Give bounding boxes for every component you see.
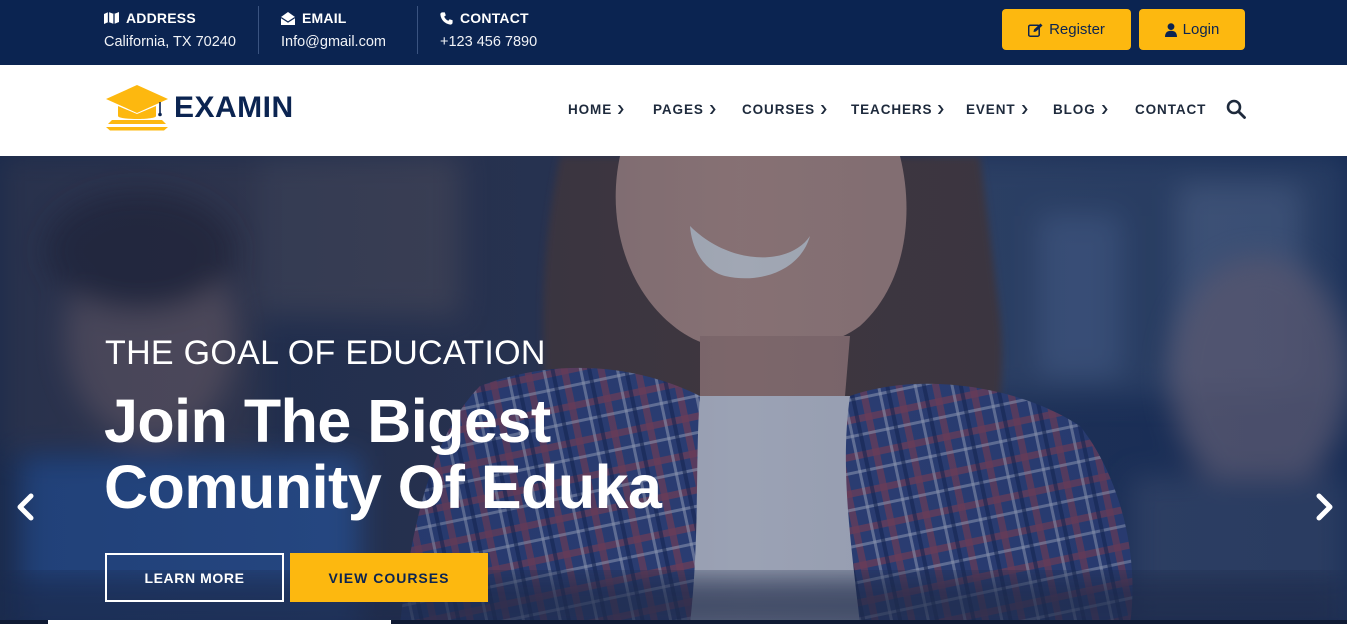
hero-headline-line2: Comunity Of Eduka bbox=[104, 453, 662, 521]
email-heading: EMAIL bbox=[281, 10, 386, 26]
search-icon[interactable] bbox=[1226, 99, 1246, 119]
chevron-down-icon: ❯ bbox=[1019, 103, 1030, 114]
view-courses-button[interactable]: VIEW COURSES bbox=[290, 553, 488, 602]
register-button[interactable]: Register bbox=[1002, 9, 1131, 50]
login-button[interactable]: Login bbox=[1139, 9, 1245, 50]
nav-home[interactable]: HOME ❯ bbox=[568, 99, 626, 119]
hero-headline-line1: Join The Bigest bbox=[104, 387, 551, 455]
chevron-down-icon: ❯ bbox=[936, 103, 947, 114]
nav-blog-label: BLOG bbox=[1053, 101, 1096, 117]
nav-courses[interactable]: COURSES ❯ bbox=[742, 99, 829, 119]
nav-event[interactable]: EVENT ❯ bbox=[966, 99, 1029, 119]
user-icon bbox=[1164, 22, 1177, 37]
nav-contact-label: CONTACT bbox=[1135, 101, 1207, 117]
phone-icon bbox=[440, 11, 453, 25]
phone-block: CONTACT +123 456 7890 bbox=[440, 0, 537, 65]
register-label: Register bbox=[1049, 21, 1105, 38]
address-value: California, TX 70240 bbox=[104, 34, 236, 50]
edit-icon bbox=[1028, 23, 1043, 37]
hero-slider: THE GOAL OF EDUCATION Join The Bigest Co… bbox=[0, 156, 1347, 624]
email-value[interactable]: Info@gmail.com bbox=[281, 34, 386, 50]
nav-pages[interactable]: PAGES ❯ bbox=[653, 99, 717, 119]
map-icon bbox=[104, 12, 119, 24]
address-block: ADDRESS California, TX 70240 bbox=[104, 0, 236, 65]
envelope-icon bbox=[281, 11, 295, 25]
chevron-right-icon[interactable] bbox=[1312, 493, 1336, 521]
phone-value[interactable]: +123 456 7890 bbox=[440, 34, 537, 50]
chevron-down-icon: ❯ bbox=[819, 103, 830, 114]
chevron-down-icon: ❯ bbox=[1099, 103, 1110, 114]
chevron-left-icon[interactable] bbox=[14, 493, 38, 521]
site-logo[interactable]: EXAMIN bbox=[104, 83, 294, 133]
divider bbox=[417, 6, 418, 54]
nav-home-label: HOME bbox=[568, 101, 613, 117]
address-heading: ADDRESS bbox=[104, 10, 236, 26]
logo-text: EXAMIN bbox=[174, 91, 294, 124]
divider bbox=[258, 6, 259, 54]
email-block: EMAIL Info@gmail.com bbox=[281, 0, 386, 65]
nav-pages-label: PAGES bbox=[653, 101, 704, 117]
nav-blog[interactable]: BLOG ❯ bbox=[1053, 99, 1109, 119]
chevron-down-icon: ❯ bbox=[616, 103, 627, 114]
top-bar: ADDRESS California, TX 70240 EMAIL Info@… bbox=[0, 0, 1347, 65]
nav-teachers[interactable]: TEACHERS ❯ bbox=[851, 99, 946, 119]
phone-title: CONTACT bbox=[460, 10, 529, 26]
graduation-cap-icon bbox=[106, 85, 168, 131]
learn-more-button[interactable]: LEARN MORE bbox=[105, 553, 284, 602]
nav-contact[interactable]: CONTACT bbox=[1135, 99, 1206, 119]
nav-teachers-label: TEACHERS bbox=[851, 101, 933, 117]
slide-progress-bar bbox=[48, 620, 391, 624]
hero-headline: Join The Bigest Comunity Of Eduka bbox=[104, 387, 662, 521]
hero-subtitle: THE GOAL OF EDUCATION bbox=[105, 334, 546, 372]
nav-event-label: EVENT bbox=[966, 101, 1016, 117]
phone-heading: CONTACT bbox=[440, 10, 537, 26]
main-navbar: EXAMIN HOME ❯ PAGES ❯ COURSES ❯ TEACHERS ❯ E… bbox=[0, 65, 1347, 156]
login-label: Login bbox=[1182, 21, 1220, 38]
nav-courses-label: COURSES bbox=[742, 101, 816, 117]
email-title: EMAIL bbox=[302, 10, 347, 26]
address-title: ADDRESS bbox=[126, 10, 196, 26]
chevron-down-icon: ❯ bbox=[707, 103, 719, 114]
